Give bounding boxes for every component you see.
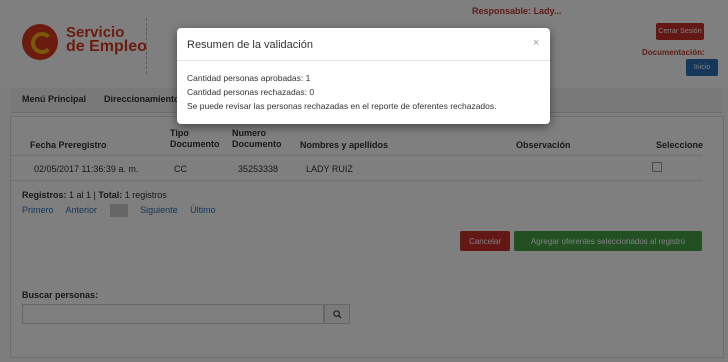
modal-note: Se puede revisar las personas rechazadas… — [187, 101, 497, 111]
modal-divider — [177, 60, 550, 61]
modal-title: Resumen de la validación — [187, 39, 313, 51]
close-icon[interactable]: × — [533, 37, 539, 49]
modal-rechazadas: Cantidad personas rechazadas: 0 — [187, 87, 315, 97]
modal-aprobadas: Cantidad personas aprobadas: 1 — [187, 73, 311, 83]
validation-summary-modal: Resumen de la validación × Cantidad pers… — [177, 28, 550, 124]
